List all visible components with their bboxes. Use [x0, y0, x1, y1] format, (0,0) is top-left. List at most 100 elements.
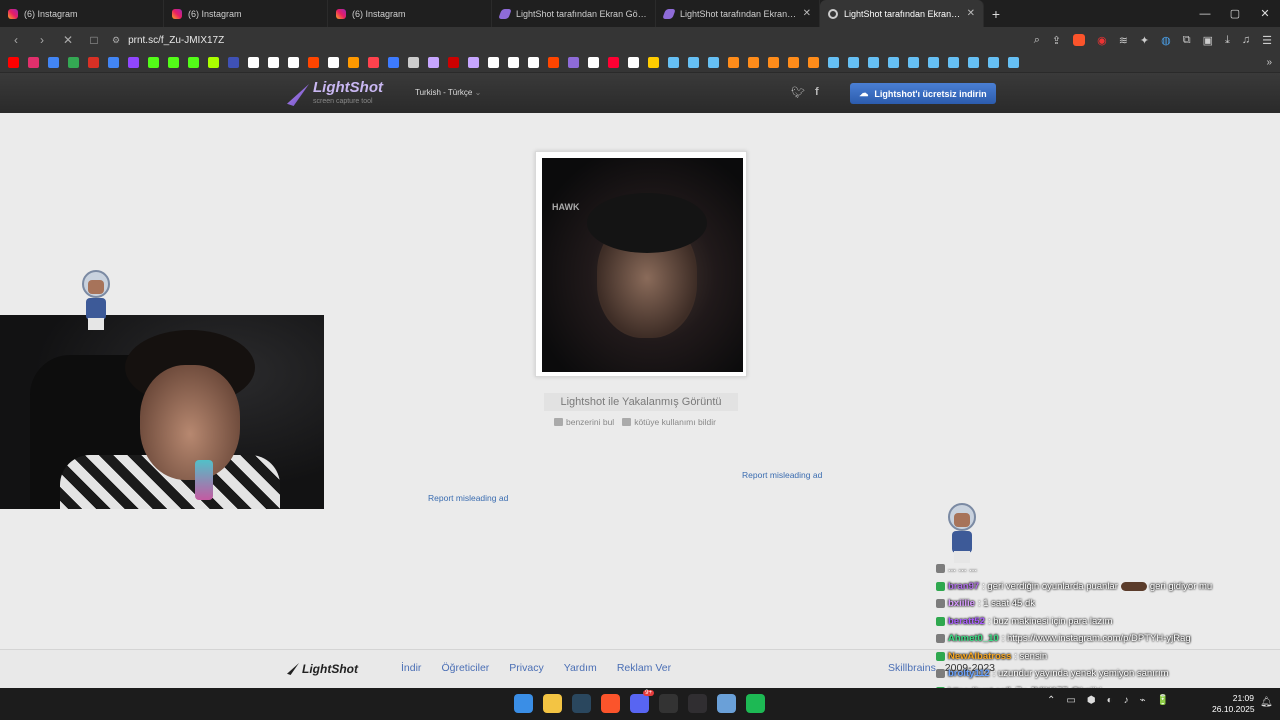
facebook-icon[interactable]: f [815, 86, 819, 99]
footer-link-privacy[interactable]: Privacy [509, 662, 543, 674]
bookmark-favicon-icon[interactable] [28, 57, 39, 68]
share-icon[interactable]: ⇪ [1052, 34, 1061, 47]
bookmark-favicon-icon[interactable] [268, 57, 279, 68]
discord-icon[interactable]: 9+ [630, 690, 654, 713]
menu-icon[interactable]: ☰ [1262, 34, 1272, 47]
lightshot-logo[interactable]: LightShot screen capture tool [287, 80, 383, 109]
browser-tab[interactable]: LightShot tarafından Ekran Görüntüs [492, 0, 656, 27]
bookmark-favicon-icon[interactable] [868, 57, 879, 68]
bookmark-favicon-icon[interactable] [728, 57, 739, 68]
bookmark-favicon-icon[interactable] [68, 57, 79, 68]
bookmark-favicon-icon[interactable] [308, 57, 319, 68]
bookmark-favicon-icon[interactable] [368, 57, 379, 68]
taskbar-clock[interactable]: 21:09 26.10.2025 [1212, 693, 1255, 715]
bookmark-favicon-icon[interactable] [48, 57, 59, 68]
language-select[interactable]: Turkish - Türkçe ⌄ [415, 88, 481, 97]
footer-link-download[interactable]: İndir [401, 662, 421, 674]
bookmark-favicon-icon[interactable] [668, 57, 679, 68]
close-tab-icon[interactable]: ✕ [967, 8, 975, 19]
bookmark-favicon-icon[interactable] [428, 57, 439, 68]
brave-icon[interactable] [601, 694, 620, 713]
url-field[interactable]: ⚙ prnt.sc/f_Zu-JMIX17Z [112, 35, 1024, 46]
close-window-button[interactable]: ✕ [1250, 0, 1280, 27]
footer-link-tutorials[interactable]: Öğreticiler [441, 662, 489, 674]
bookmark-favicon-icon[interactable] [948, 57, 959, 68]
show-hidden-icons-icon[interactable]: ⌃ [1047, 695, 1055, 706]
footer-link-help[interactable]: Yardım [564, 662, 597, 674]
download-lightshot-button[interactable]: ☁ Lightshot'ı ücretsiz indirin [850, 83, 996, 104]
bookmark-favicon-icon[interactable] [1008, 57, 1019, 68]
browser-tab-active[interactable]: LightShot tarafından Ekran Görü ✕ [820, 0, 984, 27]
minimize-button[interactable]: — [1190, 0, 1220, 27]
browser-tab[interactable]: LightShot tarafından Ekran Görü ✕ [656, 0, 820, 27]
find-similar-link[interactable]: benzerini bul [554, 417, 614, 427]
bookmark-favicon-icon[interactable] [988, 57, 999, 68]
bookmark-favicon-icon[interactable] [448, 57, 459, 68]
extension-icon[interactable]: ◍ [1161, 34, 1171, 47]
bookmark-favicon-icon[interactable] [608, 57, 619, 68]
sidebar-icon[interactable]: ▣ [1203, 34, 1213, 47]
battery-status-icon[interactable]: 🔋 [1157, 695, 1169, 706]
report-abuse-link[interactable]: kötüye kullanımı bildir [622, 417, 716, 427]
spotify-icon[interactable] [746, 694, 765, 713]
bookmark-favicon-icon[interactable] [908, 57, 919, 68]
bookmark-favicon-icon[interactable] [168, 57, 179, 68]
bookmark-favicon-icon[interactable] [968, 57, 979, 68]
steam-tray-icon[interactable]: ⬢ [1087, 695, 1096, 706]
bookmark-icon[interactable]: □ [86, 33, 102, 47]
bookmark-favicon-icon[interactable] [528, 57, 539, 68]
epic-games-icon[interactable] [659, 694, 678, 713]
stop-loading-button[interactable]: ✕ [60, 33, 76, 47]
browser-tab[interactable]: (6) Instagram [328, 0, 492, 27]
extension-icon[interactable]: ✦ [1140, 34, 1149, 47]
extension-ublock-icon[interactable]: ◉ [1097, 34, 1107, 47]
media-icon[interactable]: ♫ [1242, 34, 1250, 46]
browser-tab[interactable]: (6) Instagram [164, 0, 328, 27]
bookmark-favicon-icon[interactable] [928, 57, 939, 68]
bookmark-favicon-icon[interactable] [688, 57, 699, 68]
bookmark-favicon-icon[interactable] [208, 57, 219, 68]
bookmark-favicon-icon[interactable] [128, 57, 139, 68]
maximize-button[interactable]: ▢ [1220, 0, 1250, 27]
footer-link-advertise[interactable]: Reklam Ver [617, 662, 671, 674]
bookmark-favicon-icon[interactable] [248, 57, 259, 68]
bookmark-favicon-icon[interactable] [768, 57, 779, 68]
bookmark-favicon-icon[interactable] [348, 57, 359, 68]
bookmark-favicon-icon[interactable] [708, 57, 719, 68]
bookmark-favicon-icon[interactable] [388, 57, 399, 68]
file-explorer-icon[interactable] [543, 694, 562, 713]
battery-icon[interactable]: ▭ [1066, 695, 1075, 706]
bookmark-favicon-icon[interactable] [848, 57, 859, 68]
footer-logo[interactable]: LightShot [287, 662, 358, 676]
bookmark-favicon-icon[interactable] [588, 57, 599, 68]
bookmark-favicon-icon[interactable] [408, 57, 419, 68]
bookmark-favicon-icon[interactable] [548, 57, 559, 68]
windows-start-icon[interactable] [514, 694, 533, 713]
zoom-icon[interactable]: ⌕ [1034, 34, 1040, 47]
bookmark-favicon-icon[interactable] [468, 57, 479, 68]
display-icon[interactable]: ◐ [1107, 695, 1113, 706]
bookmark-favicon-icon[interactable] [188, 57, 199, 68]
bookmark-favicon-icon[interactable] [568, 57, 579, 68]
close-tab-icon[interactable]: ✕ [803, 8, 811, 19]
volume-icon[interactable]: ♪ [1124, 695, 1129, 706]
bookmark-favicon-icon[interactable] [328, 57, 339, 68]
bookmark-favicon-icon[interactable] [888, 57, 899, 68]
screenshot-image[interactable]: HAWK [542, 158, 743, 372]
bookmark-favicon-icon[interactable] [508, 57, 519, 68]
bookmark-favicon-icon[interactable] [808, 57, 819, 68]
bookmark-favicon-icon[interactable] [488, 57, 499, 68]
twitter-icon[interactable]: 🐦︎ [791, 86, 805, 99]
report-misleading-ad-link[interactable]: Report misleading ad [428, 493, 508, 503]
more-bookmarks-icon[interactable]: » [1266, 57, 1272, 68]
new-tab-button[interactable]: + [984, 0, 1008, 27]
bookmark-favicon-icon[interactable] [828, 57, 839, 68]
site-info-icon[interactable]: ⚙ [112, 35, 120, 46]
steam-icon[interactable] [572, 694, 591, 713]
bookmark-favicon-icon[interactable] [648, 57, 659, 68]
bookmark-favicon-icon[interactable] [748, 57, 759, 68]
bookmark-favicon-icon[interactable] [628, 57, 639, 68]
obs-icon[interactable] [688, 694, 707, 713]
bookmark-favicon-icon[interactable] [788, 57, 799, 68]
bookmark-favicon-icon[interactable] [288, 57, 299, 68]
